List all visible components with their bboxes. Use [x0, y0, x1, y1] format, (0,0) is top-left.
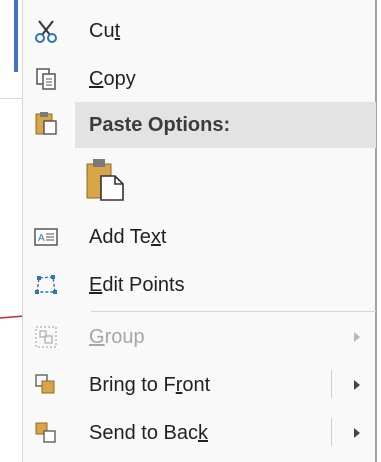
menu-label-cut: Cut [89, 20, 121, 42]
context-menu: Cut Copy Paste Options: A Add Text Edit … [22, 0, 377, 462]
paste-options-label: Paste Options: [89, 114, 231, 136]
menu-label-edit-points: Edit Points [89, 274, 185, 296]
menu-item-copy[interactable]: Copy [23, 56, 376, 102]
menu-item-group[interactable]: Group [23, 314, 376, 360]
menu-label-copy: Copy [89, 68, 136, 90]
menu-label-bring-to-front: Bring to Front [89, 374, 211, 396]
split-divider [331, 370, 332, 398]
document-edge-line [0, 98, 22, 99]
paste-header-icon [35, 112, 57, 135]
svg-text:A: A [38, 233, 45, 244]
menu-item-send-to-back[interactable]: Send to Back [23, 410, 376, 456]
split-divider [331, 418, 332, 446]
submenu-arrow-icon [354, 332, 360, 342]
paste-options-header: Paste Options: [75, 102, 376, 148]
menu-label-group: Group [89, 326, 145, 348]
menu-item-add-text[interactable]: A Add Text [23, 214, 376, 260]
selection-accent [14, 0, 18, 72]
paste-keep-formatting-icon[interactable] [85, 156, 125, 202]
text-box-icon: A [34, 228, 58, 246]
group-icon [35, 326, 57, 348]
menu-label-add-text: Add Text [89, 226, 167, 248]
scissors-icon [35, 20, 57, 43]
menu-label-send-to-back: Send to Back [89, 422, 208, 444]
menu-item-bring-to-front[interactable]: Bring to Front [23, 362, 376, 408]
submenu-arrow-icon[interactable] [354, 428, 360, 438]
menu-item-cut[interactable]: Cut [23, 8, 376, 54]
copy-icon [36, 68, 56, 90]
menu-item-edit-points[interactable]: Edit Points [23, 262, 376, 308]
send-to-back-icon [35, 422, 56, 443]
menu-separator [91, 311, 376, 312]
edit-points-icon [35, 275, 57, 294]
bring-to-front-icon [35, 374, 55, 394]
submenu-arrow-icon[interactable] [354, 380, 360, 390]
